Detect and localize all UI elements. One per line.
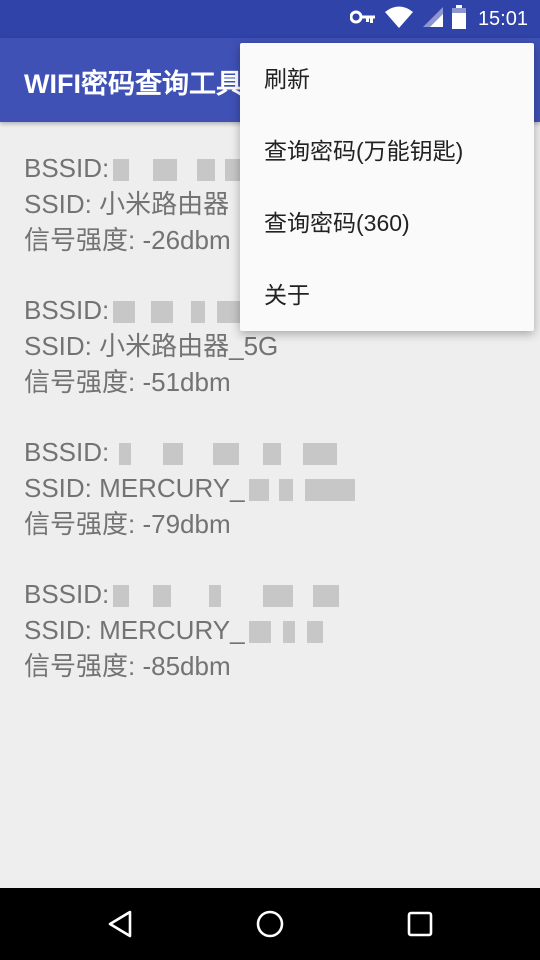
status-time: 15:01 [477, 7, 528, 30]
wifi-entry: BSSID: SSID: MERCURY_ 信号强度: -85dbm [24, 576, 524, 684]
ssid-line: SSID: 小米路由器_5G [24, 331, 279, 361]
navigation-bar [0, 888, 540, 960]
vpn-key-icon [349, 9, 376, 29]
cell-signal-icon [422, 6, 444, 32]
bssid-label: BSSID: [24, 295, 110, 325]
signal-line: 信号强度: -85dbm [24, 651, 231, 681]
redacted-bssid [113, 443, 343, 466]
bssid-line: BSSID: [24, 434, 524, 470]
menu-item-refresh[interactable]: 刷新 [240, 43, 534, 115]
wifi-entry: BSSID: SSID: MERCURY_ 信号强度: -79dbm [24, 434, 524, 542]
ssid-line: SSID: MERCURY_ [24, 612, 524, 648]
redacted-bssid [113, 301, 253, 324]
menu-item-query-password-360[interactable]: 查询密码(360) [240, 187, 534, 259]
ssid-line: SSID: MERCURY_ [24, 470, 524, 506]
bssid-label: BSSID: [24, 153, 110, 183]
redacted-bssid [113, 585, 343, 608]
overflow-menu: 刷新 查询密码(万能钥匙) 查询密码(360) 关于 [240, 43, 534, 331]
status-icons: 15:01 [349, 5, 528, 33]
bssid-label: BSSID: [24, 579, 110, 609]
redacted-ssid-suffix [248, 621, 329, 644]
battery-icon [451, 5, 466, 33]
back-icon[interactable] [104, 908, 136, 940]
ssid-label: SSID: MERCURY_ [24, 615, 245, 645]
menu-item-about[interactable]: 关于 [240, 259, 534, 331]
status-bar: 15:01 [0, 0, 540, 38]
redacted-bssid [113, 159, 253, 182]
signal-line: 信号强度: -51dbm [24, 367, 231, 397]
redacted-ssid-suffix [248, 479, 359, 502]
bssid-label: BSSID: [24, 437, 110, 467]
app-title: WIFI密码查询工具 [24, 69, 243, 99]
recents-icon[interactable] [404, 908, 436, 940]
bssid-line: BSSID: [24, 576, 524, 612]
home-icon[interactable] [254, 908, 286, 940]
signal-line: 信号强度: -79dbm [24, 509, 231, 539]
wifi-icon [384, 5, 414, 33]
ssid-label: SSID: MERCURY_ [24, 473, 245, 503]
menu-item-query-password-wanneng[interactable]: 查询密码(万能钥匙) [240, 115, 534, 187]
